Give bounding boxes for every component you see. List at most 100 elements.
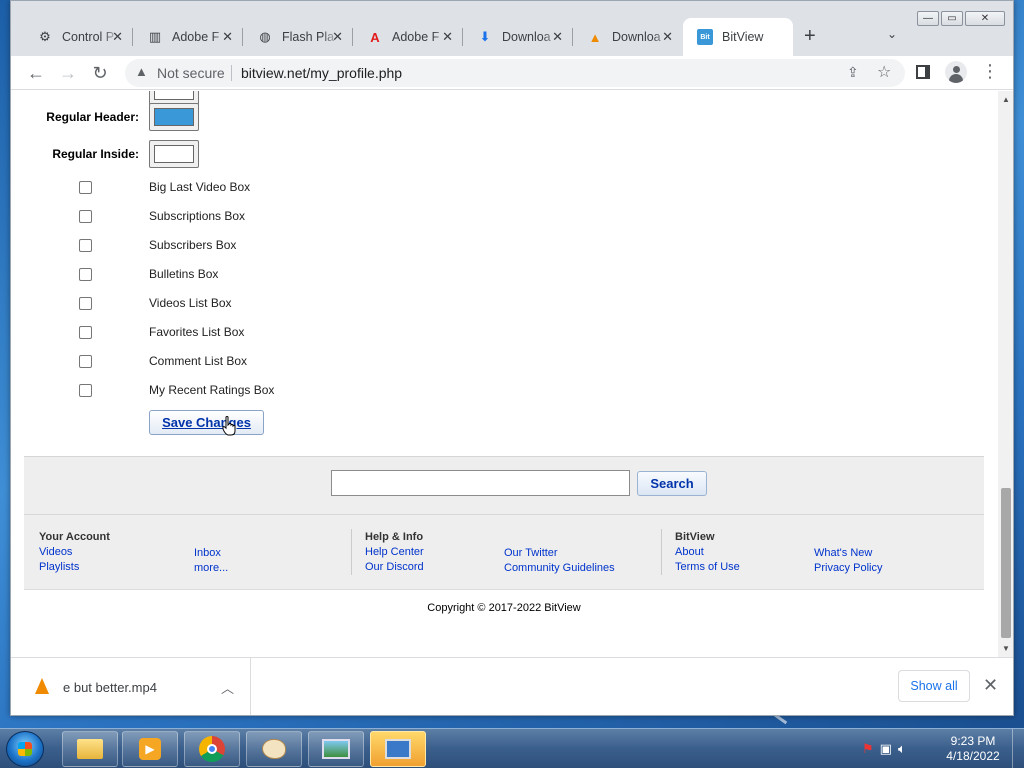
tab-search-chevron-icon[interactable]: ⌄ [887,27,897,41]
side-panel-icon[interactable] [916,65,930,79]
footer-link-help-center[interactable]: Help Center [365,545,424,560]
footer-link-inbox[interactable]: Inbox [194,546,228,561]
show-all-button[interactable]: Show all [898,670,970,702]
tab-download-1[interactable]: ⬇ Downloa ✕ [463,18,573,56]
reload-icon[interactable]: ↻ [89,62,111,84]
taskbar-media-button[interactable]: ▶ [122,731,178,767]
checkbox[interactable] [79,383,92,397]
footer-link-discord[interactable]: Our Discord [365,560,424,575]
close-window-button[interactable]: ✕ [965,11,1005,26]
checkbox[interactable] [79,238,92,252]
back-arrow-icon[interactable]: ← [25,62,47,84]
checkbox-row[interactable]: My Recent Ratings Box [79,382,274,398]
tab-bitview[interactable]: Bit BitView [683,18,793,56]
checkbox-row[interactable]: Subscriptions Box [79,208,245,224]
taskbar-photo-button[interactable] [308,731,364,767]
color-picker-regular-header[interactable] [149,103,199,131]
download-item[interactable]: e but better.mp4 ︿ [11,658,251,715]
checkbox-label: Videos List Box [149,296,232,310]
profile-avatar-icon[interactable] [945,61,967,83]
footer-link-privacy[interactable]: Privacy Policy [814,561,882,576]
checkbox-row[interactable]: Subscribers Box [79,237,236,253]
paint-icon [262,739,286,759]
minimize-button[interactable]: — [917,11,939,26]
checkbox[interactable] [79,267,92,281]
page-scrollbar[interactable]: ▲ ▼ [998,91,1013,657]
chevron-up-icon[interactable]: ︿ [221,678,234,697]
color-picker-regular-inside[interactable] [149,140,199,168]
adobe-icon: A [370,29,380,45]
footer-col-bitview: BitView About Terms of Use [675,531,740,575]
checkbox-label: Bulletins Box [149,267,219,281]
footer-col-your-account: Your Account Videos Playlists [39,531,110,575]
tab-download-2[interactable]: ▲ Downloa ✕ [573,18,683,56]
show-desktop-button[interactable] [1012,729,1024,768]
forward-arrow-icon[interactable]: → [57,62,79,84]
footer-link-about[interactable]: About [675,545,740,560]
hand-cursor-icon [222,416,236,436]
checkbox-row[interactable]: Favorites List Box [79,324,244,340]
footer-link-terms[interactable]: Terms of Use [675,560,740,575]
checkbox[interactable] [79,354,92,368]
close-icon[interactable]: ✕ [222,29,233,45]
share-icon[interactable]: ⇪ [847,64,859,81]
tab-adobe-1[interactable]: ▥ Adobe F ✕ [133,18,243,56]
control-panel-icon: ⚙ [39,29,51,44]
scrollbar-thumb[interactable] [1001,488,1011,638]
volume-icon[interactable]: 🔈︎ [898,741,906,757]
close-icon[interactable]: ✕ [983,675,998,696]
tab-control-panel[interactable]: ⚙ Control P ✕ [23,18,133,56]
security-label[interactable]: Not secure [157,65,225,81]
footer-link-guidelines[interactable]: Community Guidelines [504,561,615,576]
address-bar[interactable]: ▲ Not secure bitview.net/my_profile.php … [125,59,905,87]
url-text[interactable]: bitview.net/my_profile.php [241,65,402,81]
checkbox[interactable] [79,209,92,223]
footer-link-more[interactable]: more... [194,561,228,576]
scroll-down-icon[interactable]: ▼ [1002,644,1010,653]
warning-icon[interactable]: ▲ [135,64,148,79]
download-filename[interactable]: e but better.mp4 [63,680,157,695]
menu-kebab-icon[interactable]: ⋮ [981,61,999,82]
bitview-icon: Bit [697,29,713,45]
maximize-button[interactable]: ▭ [941,11,963,26]
network-icon[interactable]: ▣ [880,741,892,757]
system-tray: ⚑ ▣ 🔈︎ [862,741,906,757]
footer-link-playlists[interactable]: Playlists [39,560,110,575]
clock-date: 4/18/2022 [946,749,1000,763]
close-icon[interactable]: ✕ [442,29,453,45]
close-icon[interactable]: ✕ [112,29,123,45]
bookmark-star-icon[interactable]: ☆ [877,62,891,82]
taskbar-clock[interactable]: 9:23 PM 4/18/2022 [940,734,1006,764]
checkbox-row[interactable]: Bulletins Box [79,266,218,282]
checkbox[interactable] [79,325,92,339]
chrome-icon [199,736,225,762]
new-tab-button[interactable]: + [804,25,816,48]
checkbox-row[interactable]: Videos List Box [79,295,232,311]
taskbar-paint-button[interactable] [246,731,302,767]
windows-taskbar: ▶ ⚑ ▣ 🔈︎ 9:23 PM 4/18/2022 [0,728,1024,768]
taskbar-chrome-button[interactable] [184,731,240,767]
taskbar-remote-button[interactable] [370,731,426,767]
action-center-flag-icon[interactable]: ⚑ [862,741,874,757]
footer-link-twitter[interactable]: Our Twitter [504,546,615,561]
checkbox-row[interactable]: Big Last Video Box [79,179,250,195]
close-icon[interactable]: ✕ [552,29,563,45]
start-button[interactable] [6,731,44,767]
footer-link-videos[interactable]: Videos [39,545,110,560]
search-button[interactable]: Search [637,471,707,496]
taskbar-explorer-button[interactable] [62,731,118,767]
checkbox-label: My Recent Ratings Box [149,383,275,397]
tab-adobe-2[interactable]: A Adobe F ✕ [353,18,463,56]
search-input[interactable] [331,470,630,496]
close-icon[interactable]: ✕ [662,29,673,45]
tab-flash-player[interactable]: ◍ Flash Pla ✕ [243,18,353,56]
adobe-archive-icon: ▥ [148,29,162,44]
checkbox[interactable] [79,180,92,194]
close-icon[interactable]: ✕ [332,29,343,45]
footer-link-whats-new[interactable]: What's New [814,546,882,561]
scroll-up-icon[interactable]: ▲ [1002,95,1010,104]
remote-desktop-icon [385,739,411,759]
save-changes-button[interactable]: Save Changes [149,410,264,435]
checkbox-row[interactable]: Comment List Box [79,353,247,369]
checkbox[interactable] [79,296,92,310]
